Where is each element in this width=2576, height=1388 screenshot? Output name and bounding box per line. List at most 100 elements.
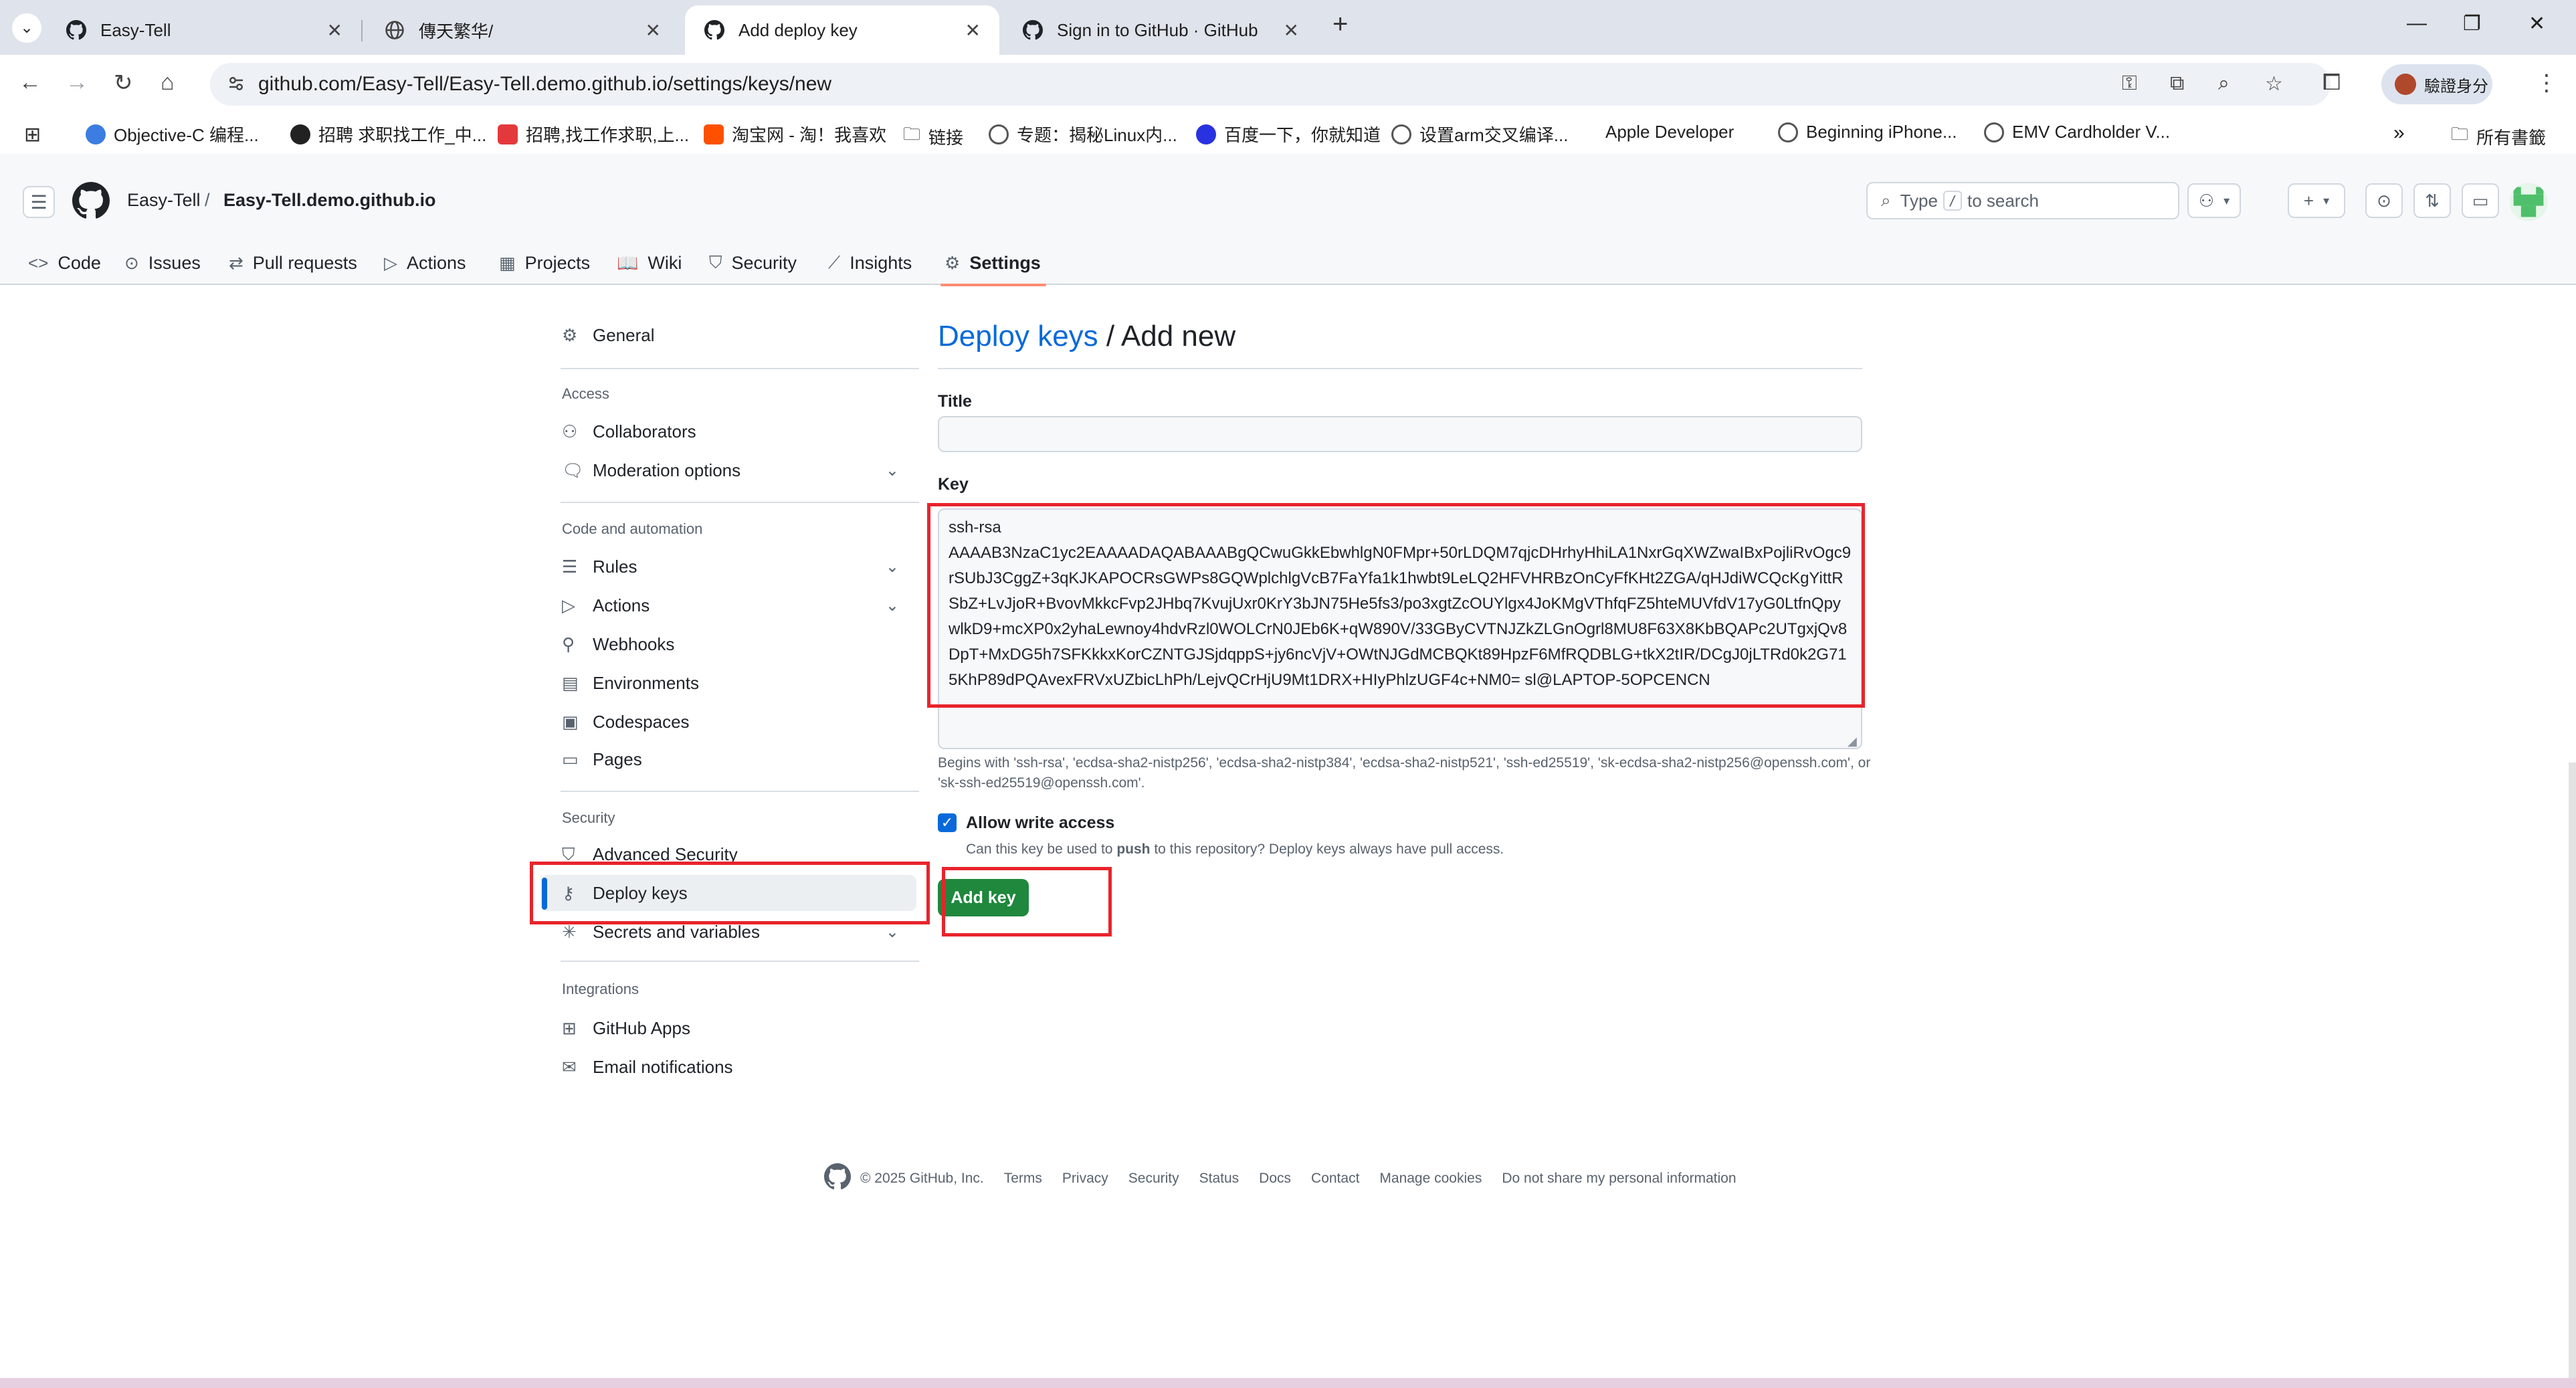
sidebar-item-moderation[interactable]: 🗨 Moderation options ⌄ — [540, 452, 916, 488]
copilot-button[interactable]: ⚇ ▾ — [2187, 183, 2241, 218]
tab-insights[interactable]: ⟋ Insights — [828, 241, 912, 285]
tab-actions[interactable]: ▷ Actions — [384, 241, 466, 285]
footer-link-manage-cookies[interactable]: Manage cookies — [1379, 1171, 1482, 1187]
footer-link-terms[interactable]: Terms — [1004, 1171, 1042, 1187]
scrollbar[interactable] — [2569, 763, 2576, 1378]
bookmark-item[interactable]: EMV Cardholder V... — [1984, 122, 2170, 142]
chevron-down-icon[interactable]: ⌄ — [886, 461, 899, 480]
search-input[interactable]: ⌕ Type / to search — [1866, 182, 2179, 219]
forward-icon[interactable]: → — [66, 70, 88, 96]
browser-tab[interactable]: Sign in to GitHub · GitHub ✕ — [1003, 5, 1318, 55]
sidebar-item-general[interactable]: ⚙ General — [540, 317, 916, 353]
bookmark-item[interactable]: Apple Developer — [1596, 122, 1734, 142]
bookmark-item[interactable]: 招聘 求职找工作_中... — [290, 122, 486, 146]
bookmark-item[interactable]: Objective-C 编程... — [86, 122, 259, 146]
deploy-keys-highlight-box — [530, 862, 930, 924]
bookmark-item[interactable]: 设置arm交叉编译... — [1391, 122, 1568, 146]
sidebar-item-actions[interactable]: ▷ Actions ⌄ — [540, 587, 916, 623]
github-header: ☰ Easy-Tell / Easy-Tell.demo.github.io ⌕… — [0, 154, 2576, 285]
browser-tab-active[interactable]: Add deploy key ✕ — [685, 5, 999, 55]
bookmark-item[interactable]: 招聘,找工作求职,上... — [498, 122, 689, 146]
issues-button[interactable]: ⊙ — [2365, 183, 2403, 218]
tab-issues[interactable]: ⊙ Issues — [124, 241, 201, 285]
plus-icon: + — [2303, 190, 2314, 211]
menu-icon[interactable]: ☰ — [23, 186, 55, 218]
sidebar-item-webhooks[interactable]: ⚲ Webhooks — [540, 626, 916, 662]
all-bookmarks-folder[interactable]: 🗀 所有書籤 — [2451, 122, 2546, 151]
create-new-button[interactable]: + ▾ — [2288, 183, 2345, 218]
tab-code[interactable]: <> Code — [28, 241, 101, 285]
sidebar-item-email-notifications[interactable]: ✉ Email notifications — [540, 1049, 916, 1085]
play-icon: ▷ — [384, 252, 397, 273]
password-key-icon[interactable]: ⚿ — [2122, 72, 2137, 95]
more-menu-icon[interactable]: ⋮ — [2535, 70, 2558, 96]
tab-close-icon[interactable]: ✕ — [965, 19, 981, 41]
home-icon[interactable]: ⌂ — [161, 70, 175, 96]
restore-icon[interactable]: ❐ — [2463, 12, 2481, 35]
tab-wiki[interactable]: 📖 Wiki — [617, 241, 682, 285]
apps-grid-icon[interactable]: ⊞ — [24, 123, 41, 146]
bookmark-item[interactable]: 淘宝网 - 淘！我喜欢 — [704, 122, 886, 146]
sidebar-item-advanced-security[interactable]: ⛉ Advanced Security — [540, 837, 916, 864]
bookmark-item[interactable]: Beginning iPhone... — [1778, 122, 1957, 142]
tab-close-icon[interactable]: ✕ — [646, 19, 661, 41]
bookmark-folder[interactable]: 🗀 链接 — [903, 122, 963, 151]
allow-write-access-checkbox[interactable]: ✓ — [938, 813, 957, 832]
sidebar-item-collaborators[interactable]: ⚇ Collaborators — [540, 413, 916, 450]
minimize-icon[interactable]: — — [2407, 12, 2427, 35]
new-tab-icon[interactable]: + — [1332, 9, 1348, 39]
profile-button[interactable]: 驗證身分 — [2381, 64, 2492, 104]
browser-tab[interactable]: Easy-Tell ✕ — [47, 5, 363, 55]
address-bar[interactable]: github.com/Easy-Tell/Easy-Tell.demo.gith… — [210, 63, 2331, 106]
footer-link-status[interactable]: Status — [1199, 1171, 1240, 1187]
shield-icon: ⛉ — [709, 252, 722, 272]
tab-close-icon[interactable]: ✕ — [327, 19, 342, 41]
bookmark-favicon-icon — [290, 124, 310, 144]
sidebar-item-pages[interactable]: ▭ Pages — [540, 741, 916, 777]
sidebar-item-environments[interactable]: ▤ Environments — [540, 665, 916, 701]
chevron-double-right-icon[interactable]: » — [2393, 122, 2405, 144]
tab-projects[interactable]: ▦ Projects — [499, 241, 590, 285]
github-logo-icon[interactable] — [824, 1163, 851, 1194]
breadcrumb-repo[interactable]: Easy-Tell.demo.github.io — [223, 190, 436, 211]
sidebar-item-rules[interactable]: ☰ Rules ⌄ — [540, 549, 916, 585]
chevron-down-icon[interactable]: ⌄ — [886, 922, 899, 942]
graph-icon: ⟋ — [828, 252, 841, 272]
inbox-button[interactable]: ▭ — [2462, 183, 2499, 218]
tab-settings[interactable]: ⚙ Settings — [945, 241, 1041, 285]
sidebar-item-codespaces[interactable]: ▣ Codespaces — [540, 704, 916, 740]
github-logo-icon[interactable] — [72, 182, 110, 223]
footer-link-do-not-share[interactable]: Do not share my personal information — [1502, 1171, 1736, 1187]
browser-tab[interactable]: 傳天繁华/ ✕ — [365, 5, 680, 55]
resize-handle-icon[interactable]: ◢ — [1848, 734, 1857, 749]
sidebar-item-github-apps[interactable]: ⊞ GitHub Apps — [540, 1010, 916, 1046]
bookmark-item[interactable]: 专题：揭秘Linux内... — [989, 122, 1177, 146]
chevron-down-icon[interactable]: ⌄ — [886, 557, 899, 577]
bookmark-star-icon[interactable]: ☆ — [2265, 72, 2283, 96]
allow-write-access-label[interactable]: Allow write access — [966, 813, 1114, 833]
tab-security[interactable]: ⛉ Security — [709, 241, 797, 285]
deploy-keys-link[interactable]: Deploy keys — [938, 320, 1098, 353]
pull-requests-button[interactable]: ⇅ — [2413, 183, 2451, 218]
site-info-icon[interactable] — [226, 74, 246, 97]
tab-pull-requests[interactable]: ⇄ Pull requests — [229, 241, 357, 285]
tab-close-icon[interactable]: ✕ — [1284, 19, 1299, 41]
install-app-icon[interactable]: ⧉ — [2170, 72, 2184, 95]
reload-icon[interactable]: ↻ — [114, 70, 133, 96]
footer-link-security[interactable]: Security — [1128, 1171, 1179, 1187]
close-window-icon[interactable]: ✕ — [2529, 12, 2545, 35]
chevron-down-icon[interactable]: ⌄ — [886, 596, 899, 615]
extensions-icon[interactable]: ⧠ — [2322, 70, 2341, 96]
url-text[interactable]: github.com/Easy-Tell/Easy-Tell.demo.gith… — [258, 73, 831, 96]
user-avatar[interactable] — [2510, 183, 2547, 221]
window-bottom-edge — [0, 1378, 2576, 1388]
zoom-icon[interactable]: ⌕ — [2218, 72, 2230, 95]
footer-link-docs[interactable]: Docs — [1259, 1171, 1291, 1187]
bookmark-item[interactable]: 百度一下，你就知道 — [1196, 122, 1381, 146]
footer-link-contact[interactable]: Contact — [1311, 1171, 1359, 1187]
tab-search-chevron-icon[interactable]: ⌄ — [12, 13, 41, 43]
breadcrumb-owner[interactable]: Easy-Tell — [127, 190, 201, 211]
footer-link-privacy[interactable]: Privacy — [1062, 1171, 1108, 1187]
back-icon[interactable]: ← — [19, 70, 41, 96]
title-input[interactable] — [938, 416, 1862, 452]
